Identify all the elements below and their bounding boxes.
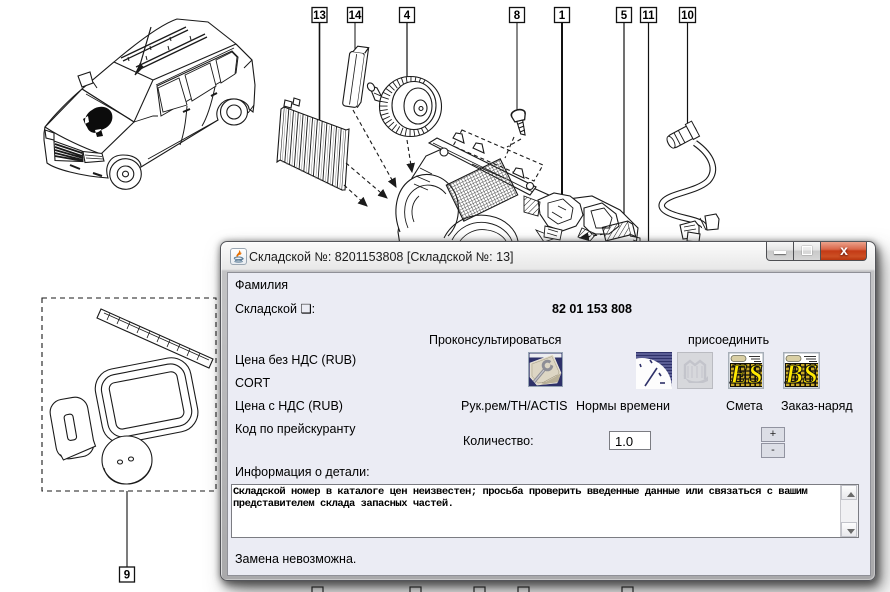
svg-text:11: 11	[642, 10, 655, 22]
svg-text:1: 1	[559, 10, 566, 22]
svg-text:10: 10	[681, 10, 694, 22]
svg-text:ES: ES	[729, 359, 763, 389]
svg-text:BS: BS	[784, 359, 818, 389]
svg-text:4: 4	[404, 10, 411, 22]
svg-text:5: 5	[621, 10, 628, 22]
svg-text:8: 8	[514, 10, 521, 22]
svg-text:14: 14	[349, 10, 362, 22]
svg-text:13: 13	[313, 10, 326, 22]
svg-text:9: 9	[124, 570, 130, 582]
